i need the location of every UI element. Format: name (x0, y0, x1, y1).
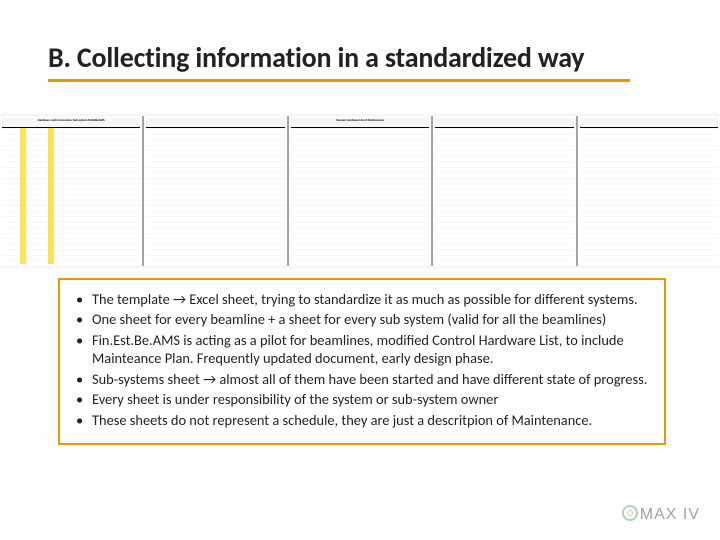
logo-text: MAX IV (640, 506, 700, 523)
bullet-item: One sheet for every beamline + a sheet f… (92, 310, 650, 328)
sheet-thumb-5 (578, 116, 720, 266)
sheet-header: Vacuum Hardware List of Maintenance (291, 118, 429, 128)
slide: B. Collecting information in a standardi… (0, 0, 720, 540)
logo-ring-icon (622, 505, 638, 521)
sheet-header (580, 118, 718, 128)
bullet-list: The template → Excel sheet, trying to st… (74, 290, 650, 429)
sheet-grid (146, 118, 284, 264)
spreadsheet-thumbnails: Hardware control overview: Sub-system Fi… (0, 116, 720, 266)
sheet-header (435, 118, 573, 128)
sheet-grid: Vacuum Hardware List of Maintenance (291, 118, 429, 264)
content-box: The template → Excel sheet, trying to st… (58, 278, 666, 445)
sheet-thumb-3: Vacuum Hardware List of Maintenance (289, 116, 433, 266)
bullet-item: These sheets do not represent a schedule… (92, 411, 650, 429)
sheet-thumb-2 (144, 116, 288, 266)
sheet-grid (580, 118, 718, 264)
maxiv-logo: MAX IV (622, 505, 700, 524)
sheet-header (146, 118, 284, 128)
sheet-thumb-1: Hardware control overview: Sub-system Fi… (0, 116, 144, 266)
sheet-grid: Hardware control overview: Sub-system Fi… (2, 118, 140, 264)
sheet-grid (435, 118, 573, 264)
sheet-header: Hardware control overview: Sub-system Fi… (2, 118, 140, 128)
bullet-item: Fin.Est.Be.AMS is acting as a pilot for … (92, 331, 650, 368)
bullet-item: The template → Excel sheet, trying to st… (92, 290, 650, 308)
title-underline (48, 79, 630, 82)
bullet-item: Every sheet is under responsibility of t… (92, 390, 650, 408)
sheet-thumb-4 (433, 116, 577, 266)
bullet-item: Sub-systems sheet → almost all of them h… (92, 370, 650, 388)
slide-title: B. Collecting information in a standardi… (48, 40, 672, 75)
